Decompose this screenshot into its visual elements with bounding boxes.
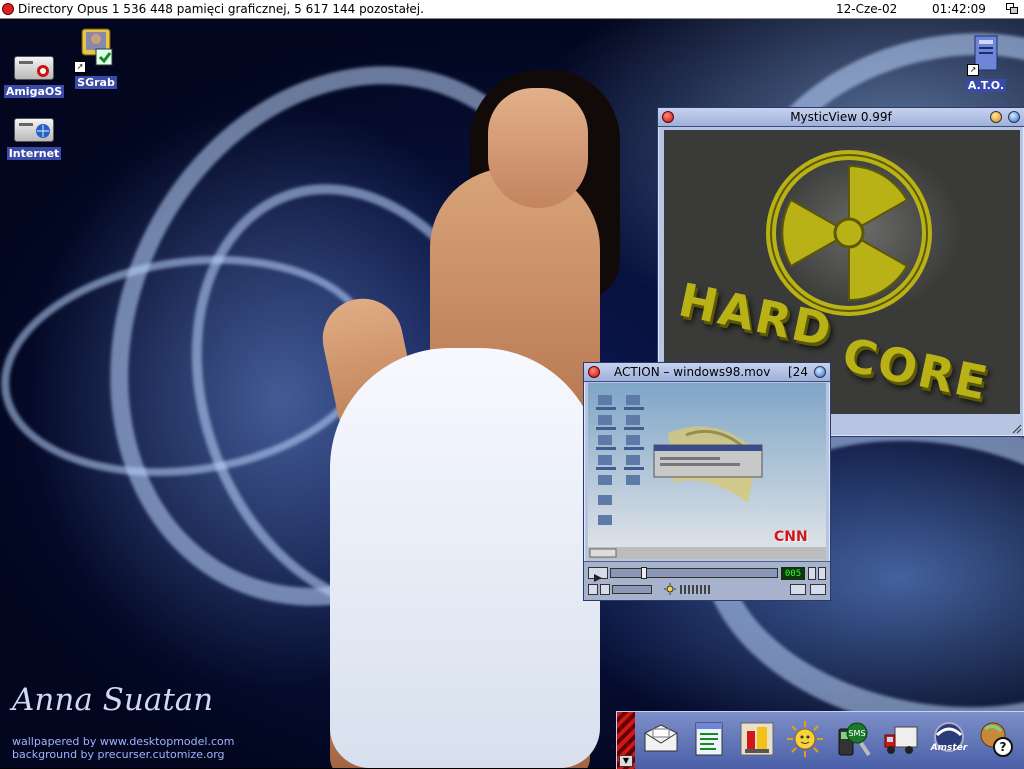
close-icon[interactable] <box>2 3 14 15</box>
volume-slider[interactable] <box>612 585 652 594</box>
zoom-icon[interactable] <box>1008 111 1020 123</box>
wallpaper-credit-name: Anna Suatan <box>12 682 214 718</box>
tools-icon[interactable] <box>737 719 777 759</box>
notepad-icon[interactable] <box>689 719 729 759</box>
svg-text:?: ? <box>1000 740 1007 754</box>
action-player-window[interactable]: ACTION – windows98.mov [24 CNN 005 <box>583 362 831 601</box>
image-text: CORE <box>838 327 994 411</box>
screen-title-bar: Directory Opus 1 536 448 pamięci graficz… <box>0 0 1024 19</box>
wallpaper-credit-line: background by precurser.cutomize.org <box>12 748 225 761</box>
sun-icon[interactable] <box>664 583 676 595</box>
depth-gadget-icon[interactable] <box>1006 3 1018 14</box>
window-title: MysticView 0.99f <box>790 110 892 124</box>
desktop-icon-internet[interactable]: Internet <box>2 118 66 161</box>
frame-counter: 005 <box>781 567 805 580</box>
cnn-logo: CNN <box>774 529 808 545</box>
window-title-suffix: [24 <box>788 365 808 379</box>
desktop-icon-ato[interactable]: ↗ A.T.O. <box>954 34 1018 93</box>
forward-button[interactable] <box>600 584 610 595</box>
truck-icon[interactable] <box>881 719 921 759</box>
step-forward-button[interactable] <box>818 567 826 580</box>
help-icon[interactable]: ? <box>975 719 1015 759</box>
model-face <box>488 88 588 208</box>
sms-phone-icon[interactable]: SMS <box>833 719 873 759</box>
screengrab-icon: ↗ <box>74 27 116 73</box>
video-view[interactable]: CNN <box>588 383 826 559</box>
dock-bar: ▼ SMS Amster ? <box>616 711 1024 769</box>
player-controls: 005 <box>584 561 830 600</box>
harddisk-icon <box>14 118 54 142</box>
mail-icon[interactable] <box>641 719 681 759</box>
desktop-icon-label: A.T.O. <box>965 79 1007 92</box>
settings-button[interactable] <box>810 584 826 595</box>
iconify-icon[interactable] <box>990 111 1002 123</box>
wallpaper-credit-line: wallpapered by www.desktopmodel.com <box>12 735 235 748</box>
desktop-icon-label: Internet <box>6 147 62 160</box>
window-title-bar[interactable]: ACTION – windows98.mov [24 <box>584 363 830 382</box>
chevron-down-icon[interactable]: ▼ <box>619 755 633 767</box>
desktop-icon-label: SGrab <box>75 76 117 89</box>
desktop-icon-amigaos[interactable]: AmigaOS <box>2 56 66 99</box>
svg-text:SMS: SMS <box>848 729 865 738</box>
clock-date: 12-Cze-02 <box>836 2 898 16</box>
play-button[interactable] <box>588 567 608 582</box>
desktop-icon-label: AmigaOS <box>3 85 65 98</box>
computer-icon: ↗ <box>967 34 1003 76</box>
step-back-button[interactable] <box>808 567 816 580</box>
radiation-symbol-icon <box>766 150 932 316</box>
window-title-bar[interactable]: MysticView 0.99f <box>658 108 1024 127</box>
zoom-icon[interactable] <box>814 366 826 378</box>
sun-icon[interactable] <box>785 719 825 759</box>
slider-knob[interactable] <box>641 567 647 579</box>
snapshot-button[interactable] <box>790 584 806 595</box>
brightness-bar[interactable] <box>680 585 710 594</box>
desktop-icon-sgrab[interactable]: ↗ SGrab <box>64 27 128 90</box>
amster-label: Amster <box>930 743 968 753</box>
amster-icon[interactable]: Amster <box>929 719 969 759</box>
resize-handle-icon[interactable] <box>1012 424 1022 434</box>
model-dress <box>330 348 600 768</box>
harddisk-icon <box>14 56 54 80</box>
clock-time: 01:42:09 <box>932 2 986 16</box>
shortcut-arrow-icon: ↗ <box>74 61 86 73</box>
screen-title: Directory Opus 1 536 448 pamięci graficz… <box>18 2 424 16</box>
shortcut-arrow-icon: ↗ <box>967 64 979 76</box>
rewind-button[interactable] <box>588 584 598 595</box>
close-icon[interactable] <box>588 366 600 378</box>
position-slider[interactable] <box>610 567 778 579</box>
window-title: ACTION – windows98.mov <box>614 365 771 379</box>
